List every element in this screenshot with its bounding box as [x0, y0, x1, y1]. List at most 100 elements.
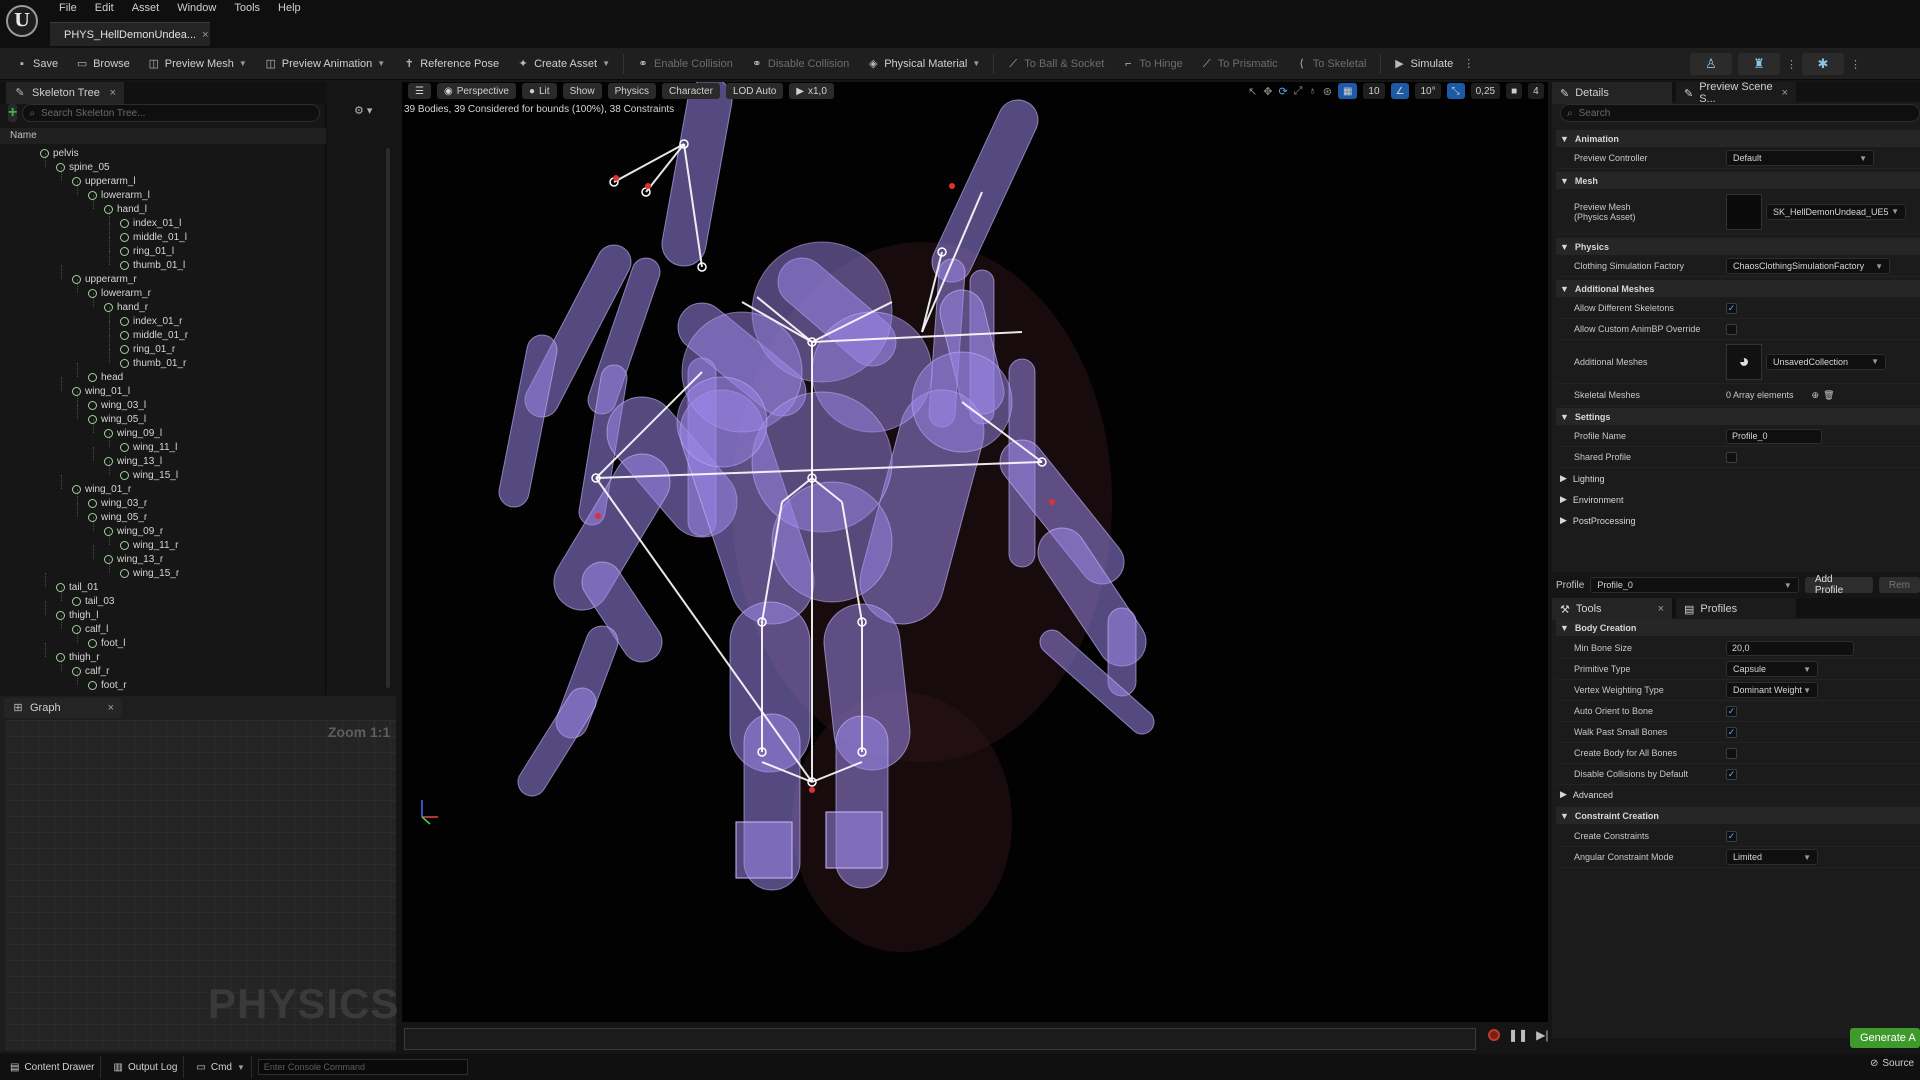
category-lighting[interactable]: ▶ Lighting — [1556, 470, 1920, 487]
bone-row[interactable]: spine_05 — [56, 160, 110, 174]
category-constraint-creation[interactable]: ▼ Constraint Creation — [1556, 807, 1920, 824]
physics-body[interactable] — [676, 376, 768, 468]
enable-collision-button[interactable]: ⚭ Enable Collision — [629, 52, 741, 76]
allow-custom-animbp-checkbox[interactable] — [1726, 323, 1737, 335]
skeleton-tree-scrollbar[interactable] — [386, 148, 390, 688]
close-icon[interactable]: × — [1782, 87, 1788, 99]
to-prismatic-button[interactable]: ⟋ To Prismatic — [1193, 52, 1286, 76]
add-bone-button[interactable]: + — [8, 104, 18, 122]
bone-row[interactable]: wing_11_l — [120, 440, 177, 454]
min-bone-size-input[interactable]: 20,0 — [1726, 640, 1854, 656]
tab-preview-scene[interactable]: ✎ Preview Scene S... × — [1676, 81, 1796, 105]
preview-controller-dropdown[interactable]: Default ▼ — [1726, 150, 1874, 166]
clothing-factory-dropdown[interactable]: ChaosClothingSimulationFactory ▼ — [1726, 258, 1890, 274]
source-control-button[interactable]: ⊘ Source — [1870, 1058, 1914, 1069]
bone-row[interactable]: wing_13_r — [104, 552, 163, 566]
additional-meshes-dropdown[interactable]: UnsavedCollection ▼ — [1766, 353, 1886, 370]
tab-graph[interactable]: ⊞ Graph × — [4, 698, 122, 718]
primitive-type-dropdown[interactable]: Capsule ▼ — [1726, 661, 1818, 677]
tab-skeleton-tree[interactable]: ✎ Skeleton Tree × — [6, 82, 124, 104]
camera-speed-toggle[interactable]: ■ — [1506, 83, 1523, 99]
translate-icon[interactable]: ✥ — [1263, 85, 1272, 98]
shared-profile-checkbox[interactable] — [1726, 451, 1737, 463]
bone-row[interactable]: index_01_r — [120, 314, 182, 328]
skeleton-mode-icon[interactable]: ♙ — [1690, 53, 1732, 75]
preview-mesh-dropdown[interactable]: SK_HellDemonUndead_UE5 ▼ — [1766, 203, 1906, 220]
scale-snap-value[interactable]: 0,25 — [1470, 83, 1501, 99]
close-tab-icon[interactable]: × — [202, 29, 208, 41]
step-forward-icon[interactable]: ▶| — [1536, 1028, 1548, 1042]
settings-gear-icon[interactable]: ⚙ ▾ — [354, 104, 384, 122]
physics-body[interactable] — [496, 332, 559, 509]
bone-row[interactable]: wing_09_l — [104, 426, 162, 440]
auto-orient-checkbox[interactable]: ✓ — [1726, 705, 1737, 717]
browse-button[interactable]: ▭ Browse — [68, 52, 138, 76]
unreal-logo-icon[interactable]: U — [6, 5, 38, 37]
bone-row[interactable]: wing_03_r — [88, 496, 147, 510]
generate-all-bodies-button[interactable]: Generate A — [1850, 1028, 1920, 1048]
bone-row[interactable]: middle_01_r — [120, 328, 188, 342]
playback-speed-button[interactable]: ▶ x1,0 — [789, 83, 834, 99]
rotation-snap-toggle[interactable]: ∠ — [1390, 83, 1410, 99]
tab-details[interactable]: ✎ Details — [1552, 82, 1672, 104]
bone-row[interactable]: wing_01_l — [72, 384, 130, 398]
bone-row[interactable]: ring_01_l — [120, 244, 174, 258]
physics-button[interactable]: Physics — [607, 83, 657, 99]
physics-body[interactable] — [825, 811, 883, 869]
physics-body[interactable] — [735, 821, 793, 879]
to-skeletal-button[interactable]: ⟨ To Skeletal — [1288, 52, 1375, 76]
record-icon[interactable] — [1488, 1029, 1500, 1041]
world-icon[interactable]: ♁ — [1308, 85, 1316, 97]
output-log-button[interactable]: ▥ Output Log — [107, 1056, 185, 1078]
mesh-mode-icon[interactable]: ♜ — [1738, 53, 1780, 75]
bone-row[interactable]: upperarm_l — [72, 174, 136, 188]
bone-row[interactable]: wing_13_l — [104, 454, 162, 468]
show-button[interactable]: Show — [562, 83, 602, 99]
lod-button[interactable]: LOD Auto — [725, 83, 784, 99]
grid-snap-toggle[interactable]: ▦ — [1337, 83, 1358, 99]
more-options-icon[interactable]: ⋮ — [1850, 58, 1861, 71]
bone-row[interactable]: wing_03_l — [88, 398, 146, 412]
bone-row[interactable]: wing_05_r — [88, 510, 147, 524]
allow-different-skeletons-checkbox[interactable]: ✓ — [1726, 302, 1737, 314]
scale-icon[interactable]: ⤢ — [1294, 85, 1303, 98]
bone-row[interactable]: thigh_l — [56, 608, 98, 622]
bone-row[interactable]: tail_01 — [56, 580, 98, 594]
category-additional-meshes[interactable]: ▼ Additional Meshes — [1556, 280, 1920, 297]
disable-collisions-checkbox[interactable]: ✓ — [1726, 768, 1737, 780]
camera-speed-value[interactable]: 4 — [1528, 83, 1544, 99]
bone-row[interactable]: thumb_01_r — [120, 356, 186, 370]
to-ball-socket-button[interactable]: ⟋ To Ball & Socket — [999, 52, 1112, 76]
bone-row[interactable]: head — [88, 370, 123, 384]
physics-body[interactable] — [771, 481, 893, 603]
menu-edit[interactable]: Edit — [86, 0, 123, 18]
physics-body[interactable] — [513, 683, 602, 802]
create-constraints-checkbox[interactable]: ✓ — [1726, 830, 1737, 842]
scale-snap-toggle[interactable]: ⤡ — [1446, 83, 1465, 99]
bone-row[interactable]: wing_01_r — [72, 482, 131, 496]
category-body-creation[interactable]: ▼ Body Creation — [1556, 619, 1920, 636]
close-icon[interactable]: × — [110, 87, 116, 99]
more-options-icon[interactable]: ⋮ — [1463, 57, 1474, 70]
bone-row[interactable]: thigh_r — [56, 650, 100, 664]
preview-mesh-thumbnail[interactable] — [1726, 193, 1762, 230]
bone-row[interactable]: upperarm_r — [72, 272, 137, 286]
angular-constraint-dropdown[interactable]: Limited ▼ — [1726, 849, 1818, 865]
category-mesh[interactable]: ▼ Mesh — [1556, 172, 1920, 189]
menu-window[interactable]: Window — [168, 0, 225, 18]
perspective-button[interactable]: ◉ Perspective — [436, 83, 516, 99]
content-drawer-button[interactable]: ▤ Content Drawer — [4, 1056, 102, 1078]
profile-dropdown[interactable]: Profile_0 ▼ — [1590, 577, 1799, 593]
bone-row[interactable]: wing_09_r — [104, 524, 163, 538]
menu-tools[interactable]: Tools — [225, 0, 269, 18]
bone-row[interactable]: wing_15_r — [120, 566, 179, 580]
cmd-dropdown[interactable]: ▭ Cmd ▼ — [190, 1056, 252, 1078]
add-element-icon[interactable]: ⊕ — [1812, 390, 1820, 401]
delete-icon[interactable]: 🗑 — [1823, 390, 1834, 401]
category-animation[interactable]: ▼ Animation — [1556, 130, 1920, 147]
console-input[interactable]: Enter Console Command — [257, 1059, 468, 1075]
preview-animation-button[interactable]: ◫ Preview Animation ▼ — [257, 52, 393, 76]
bone-row[interactable]: wing_15_l — [120, 468, 178, 482]
reference-pose-button[interactable]: ✝ Reference Pose — [395, 52, 507, 76]
bone-row[interactable]: lowerarm_l — [88, 188, 150, 202]
